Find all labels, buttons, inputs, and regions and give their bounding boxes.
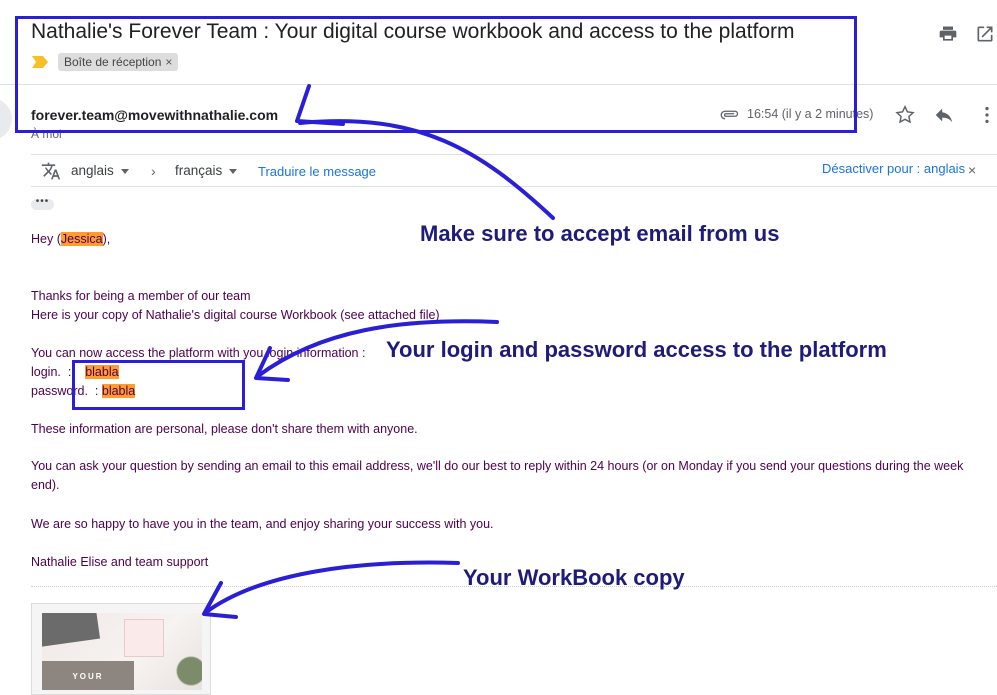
header-highlight-box — [15, 16, 857, 133]
target-language-label: français — [175, 163, 223, 178]
annotation-login-access: Your login and password access to the pl… — [386, 337, 887, 362]
open-in-new-icon[interactable] — [975, 24, 995, 44]
annotation-workbook: Your WorkBook copy — [463, 565, 685, 590]
greeting: Hey (Jessica), — [31, 232, 110, 246]
print-icon[interactable] — [938, 24, 958, 44]
translation-bar: anglais › français Traduire le message D… — [31, 155, 997, 187]
source-language-label: anglais — [71, 163, 114, 178]
body-line-membership: Thanks for being a member of our team — [31, 289, 251, 303]
login-highlight-box — [72, 360, 245, 410]
workbook-thumbnail: YOUR — [42, 613, 202, 690]
plant-image — [176, 641, 202, 690]
planner-image — [124, 619, 164, 657]
source-language-select[interactable]: anglais — [71, 163, 129, 178]
greeting-suffix: ), — [102, 232, 111, 246]
body-line-welcome: We are so happy to have you in the team,… — [31, 517, 494, 531]
chevron-down-icon — [120, 168, 129, 174]
star-icon[interactable] — [894, 104, 916, 126]
more-vert-icon[interactable] — [976, 104, 997, 126]
body-line-privacy: These information are personal, please d… — [31, 422, 418, 436]
translate-icon — [41, 162, 61, 180]
greeting-prefix: Hey ( — [31, 232, 61, 246]
body-line-questions: You can ask your question by sending an … — [31, 459, 964, 492]
chevron-down-icon — [229, 168, 238, 174]
arrow-workbook — [203, 560, 460, 615]
greeting-name: Jessica — [60, 232, 103, 246]
translation-bar-bottom-divider — [31, 186, 997, 187]
body-line-workbook: Here is your copy of Nathalie's digital … — [31, 308, 440, 322]
thumbnail-title: YOUR — [72, 672, 104, 681]
target-language-select[interactable]: français — [175, 163, 238, 178]
close-translation-button[interactable]: × — [968, 162, 976, 178]
chevron-right-icon: › — [151, 163, 156, 179]
laptop-image — [42, 613, 101, 648]
email-signature: Nathalie Elise and team support — [31, 555, 209, 569]
avatar[interactable] — [0, 98, 12, 140]
translate-message-link[interactable]: Traduire le message — [258, 164, 376, 179]
workbook-attachment[interactable]: YOUR — [31, 603, 211, 695]
disable-translation-link[interactable]: Désactiver pour : anglais — [822, 161, 965, 176]
show-trimmed-content-button[interactable]: ••• — [31, 197, 54, 210]
annotation-accept-email: Make sure to accept email from us — [420, 221, 780, 246]
body-line-platform-access: You can now access the platform with you… — [31, 346, 366, 360]
reply-icon[interactable] — [933, 104, 955, 126]
